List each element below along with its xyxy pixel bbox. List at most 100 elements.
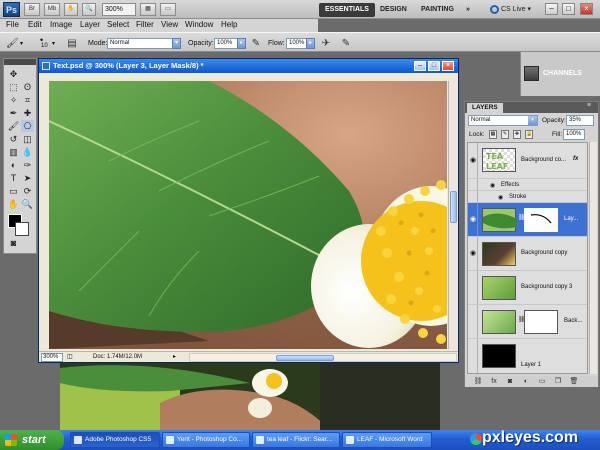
- effects-eye-icon[interactable]: ◉: [490, 182, 495, 189]
- layer-effects-row[interactable]: ◉ Effects: [468, 179, 587, 191]
- taskbar-item-browser-2[interactable]: tea leaf - Flickr: Sear...: [252, 432, 340, 448]
- document-title-bar[interactable]: Text.psd @ 300% (Layer 3, Layer Mask/8) …: [39, 59, 458, 73]
- layer-row[interactable]: ◉ TEA LEAF Background co... fx: [468, 143, 587, 179]
- menu-edit[interactable]: Edit: [28, 20, 42, 29]
- screen-mode-button[interactable]: ▭: [160, 3, 176, 16]
- horizontal-scroll-thumb[interactable]: [276, 355, 334, 361]
- quick-mask-icon[interactable]: ◙: [7, 237, 20, 249]
- delete-layer-icon[interactable]: 🗑: [569, 377, 579, 386]
- shape-tool-icon[interactable]: ▭: [7, 185, 20, 197]
- pressure-opacity-icon[interactable]: ✎: [250, 38, 262, 50]
- visibility-eye-icon[interactable]: [469, 305, 478, 338]
- document-zoom-field[interactable]: 300%: [41, 353, 63, 362]
- 3d-rotate-tool-icon[interactable]: ⟳: [21, 185, 34, 197]
- zoom-tool-icon[interactable]: 🔍: [82, 3, 96, 16]
- lasso-tool-icon[interactable]: ʘ: [21, 81, 34, 93]
- layer-mask-thumbnail[interactable]: [524, 310, 558, 334]
- taskbar-item-word[interactable]: LEAF - Microsoft Word: [342, 432, 432, 448]
- status-menu-arrow-icon[interactable]: ▸: [173, 353, 176, 360]
- status-info-icon[interactable]: ◫: [67, 353, 77, 362]
- layer-opacity-field[interactable]: 35%: [566, 115, 594, 126]
- layer-row[interactable]: ◉ Background copy: [468, 237, 587, 271]
- layers-tab[interactable]: LAYERS: [467, 103, 503, 113]
- brush-panel-icon[interactable]: ▤: [66, 38, 78, 50]
- tool-preset-chevron-icon[interactable]: ▾: [20, 40, 23, 47]
- lock-all-icon[interactable]: 🔒: [525, 130, 533, 139]
- layers-scrollbar[interactable]: [589, 142, 597, 374]
- opacity-slider-arrow-icon[interactable]: ▸: [237, 38, 246, 49]
- layer-row[interactable]: ⛓ Back...: [468, 305, 587, 339]
- zoom-level-dropdown[interactable]: 300%: [102, 3, 136, 16]
- background-color-swatch[interactable]: [15, 222, 29, 236]
- history-brush-tool-icon[interactable]: ↺: [7, 133, 20, 145]
- layer-fx-icon[interactable]: fx: [573, 156, 578, 162]
- lock-transparency-icon[interactable]: ▦: [489, 130, 497, 139]
- arrange-documents-button[interactable]: ▦: [140, 3, 156, 16]
- new-layer-icon[interactable]: ❐: [553, 377, 563, 386]
- menu-window[interactable]: Window: [185, 20, 213, 29]
- minimize-button[interactable]: –: [545, 3, 558, 15]
- panel-menu-icon[interactable]: ≡: [587, 102, 591, 109]
- eyedropper-tool-icon[interactable]: ✒: [7, 107, 20, 119]
- visibility-eye-icon[interactable]: [469, 339, 478, 373]
- layer-row[interactable]: Layer 1: [468, 339, 587, 373]
- path-selection-tool-icon[interactable]: ➤: [21, 172, 34, 184]
- add-mask-icon[interactable]: ◙: [505, 377, 515, 386]
- cs-live-menu[interactable]: CS Live ▾: [490, 3, 531, 17]
- stroke-eye-icon[interactable]: ◉: [498, 194, 503, 201]
- airbrush-icon[interactable]: ✈: [320, 38, 332, 50]
- close-button[interactable]: ×: [580, 3, 593, 15]
- layer-row[interactable]: Background copy 3: [468, 271, 587, 305]
- visibility-eye-icon[interactable]: ◉: [469, 237, 478, 270]
- link-layers-icon[interactable]: ⛓: [473, 377, 483, 386]
- brush-tool-icon[interactable]: 🖌: [7, 120, 20, 132]
- channels-icon[interactable]: [524, 66, 539, 81]
- menu-filter[interactable]: Filter: [136, 20, 154, 29]
- menu-image[interactable]: Image: [50, 20, 72, 29]
- crop-tool-icon[interactable]: ⌗: [21, 94, 34, 106]
- blend-mode-chevron-down-icon[interactable]: ▾: [528, 116, 537, 125]
- workspace-design[interactable]: DESIGN: [374, 3, 413, 17]
- layer-effect-stroke-row[interactable]: ◉ Stroke: [468, 191, 587, 203]
- flow-field[interactable]: 100%: [286, 38, 308, 49]
- brush-picker-chevron-icon[interactable]: ▾: [52, 40, 55, 47]
- visibility-eye-icon[interactable]: [469, 179, 478, 190]
- start-button[interactable]: start: [0, 430, 64, 450]
- pressure-size-icon[interactable]: ✎: [340, 38, 352, 50]
- taskbar-item-browser-1[interactable]: Yerit - Photoshop Co...: [162, 432, 250, 448]
- visibility-eye-icon[interactable]: ◉: [469, 203, 478, 236]
- document-maximize-button[interactable]: □: [428, 61, 440, 71]
- menu-help[interactable]: Help: [221, 20, 237, 29]
- gradient-tool-icon[interactable]: ▥: [7, 146, 20, 158]
- brush-tool-icon[interactable]: 🖌: [6, 38, 19, 50]
- document-vertical-scrollbar[interactable]: [448, 81, 458, 349]
- menu-layer[interactable]: Layer: [80, 20, 100, 29]
- menu-select[interactable]: Select: [107, 20, 129, 29]
- lock-image-icon[interactable]: ✎: [501, 130, 509, 139]
- blur-tool-icon[interactable]: 💧: [21, 146, 34, 158]
- document-close-button[interactable]: ×: [442, 61, 454, 71]
- workspace-more-chevron-icon[interactable]: »: [460, 3, 476, 17]
- channels-panel-tab[interactable]: CHANNELS: [543, 70, 582, 77]
- visibility-eye-icon[interactable]: [469, 271, 478, 304]
- layer-style-fx-icon[interactable]: fx: [489, 377, 499, 386]
- flow-slider-arrow-icon[interactable]: ▸: [306, 38, 315, 49]
- document-minimize-button[interactable]: –: [414, 61, 426, 71]
- layer-mask-thumbnail[interactable]: [524, 208, 558, 232]
- document-horizontal-scrollbar[interactable]: [189, 353, 457, 362]
- mode-chevron-down-icon[interactable]: ▾: [172, 38, 181, 49]
- layer-row-selected[interactable]: ◉ ⛓ Lay...: [468, 203, 587, 237]
- pen-tool-icon[interactable]: ✑: [21, 159, 34, 171]
- quick-selection-tool-icon[interactable]: ✧: [7, 94, 20, 106]
- hand-tool-icon[interactable]: ✋: [64, 3, 78, 16]
- mode-select[interactable]: Normal: [107, 38, 179, 49]
- eraser-tool-icon[interactable]: ◫: [21, 133, 34, 145]
- workspace-painting[interactable]: PAINTING: [415, 3, 460, 17]
- adjustment-layer-icon[interactable]: ◐: [521, 377, 531, 386]
- maximize-button[interactable]: □: [562, 3, 575, 15]
- dodge-tool-icon[interactable]: ◐: [7, 159, 20, 171]
- visibility-eye-icon[interactable]: [469, 191, 478, 202]
- move-tool-icon[interactable]: ✥: [7, 68, 20, 80]
- vertical-scroll-thumb[interactable]: [450, 191, 457, 223]
- healing-brush-tool-icon[interactable]: ✚: [21, 107, 34, 119]
